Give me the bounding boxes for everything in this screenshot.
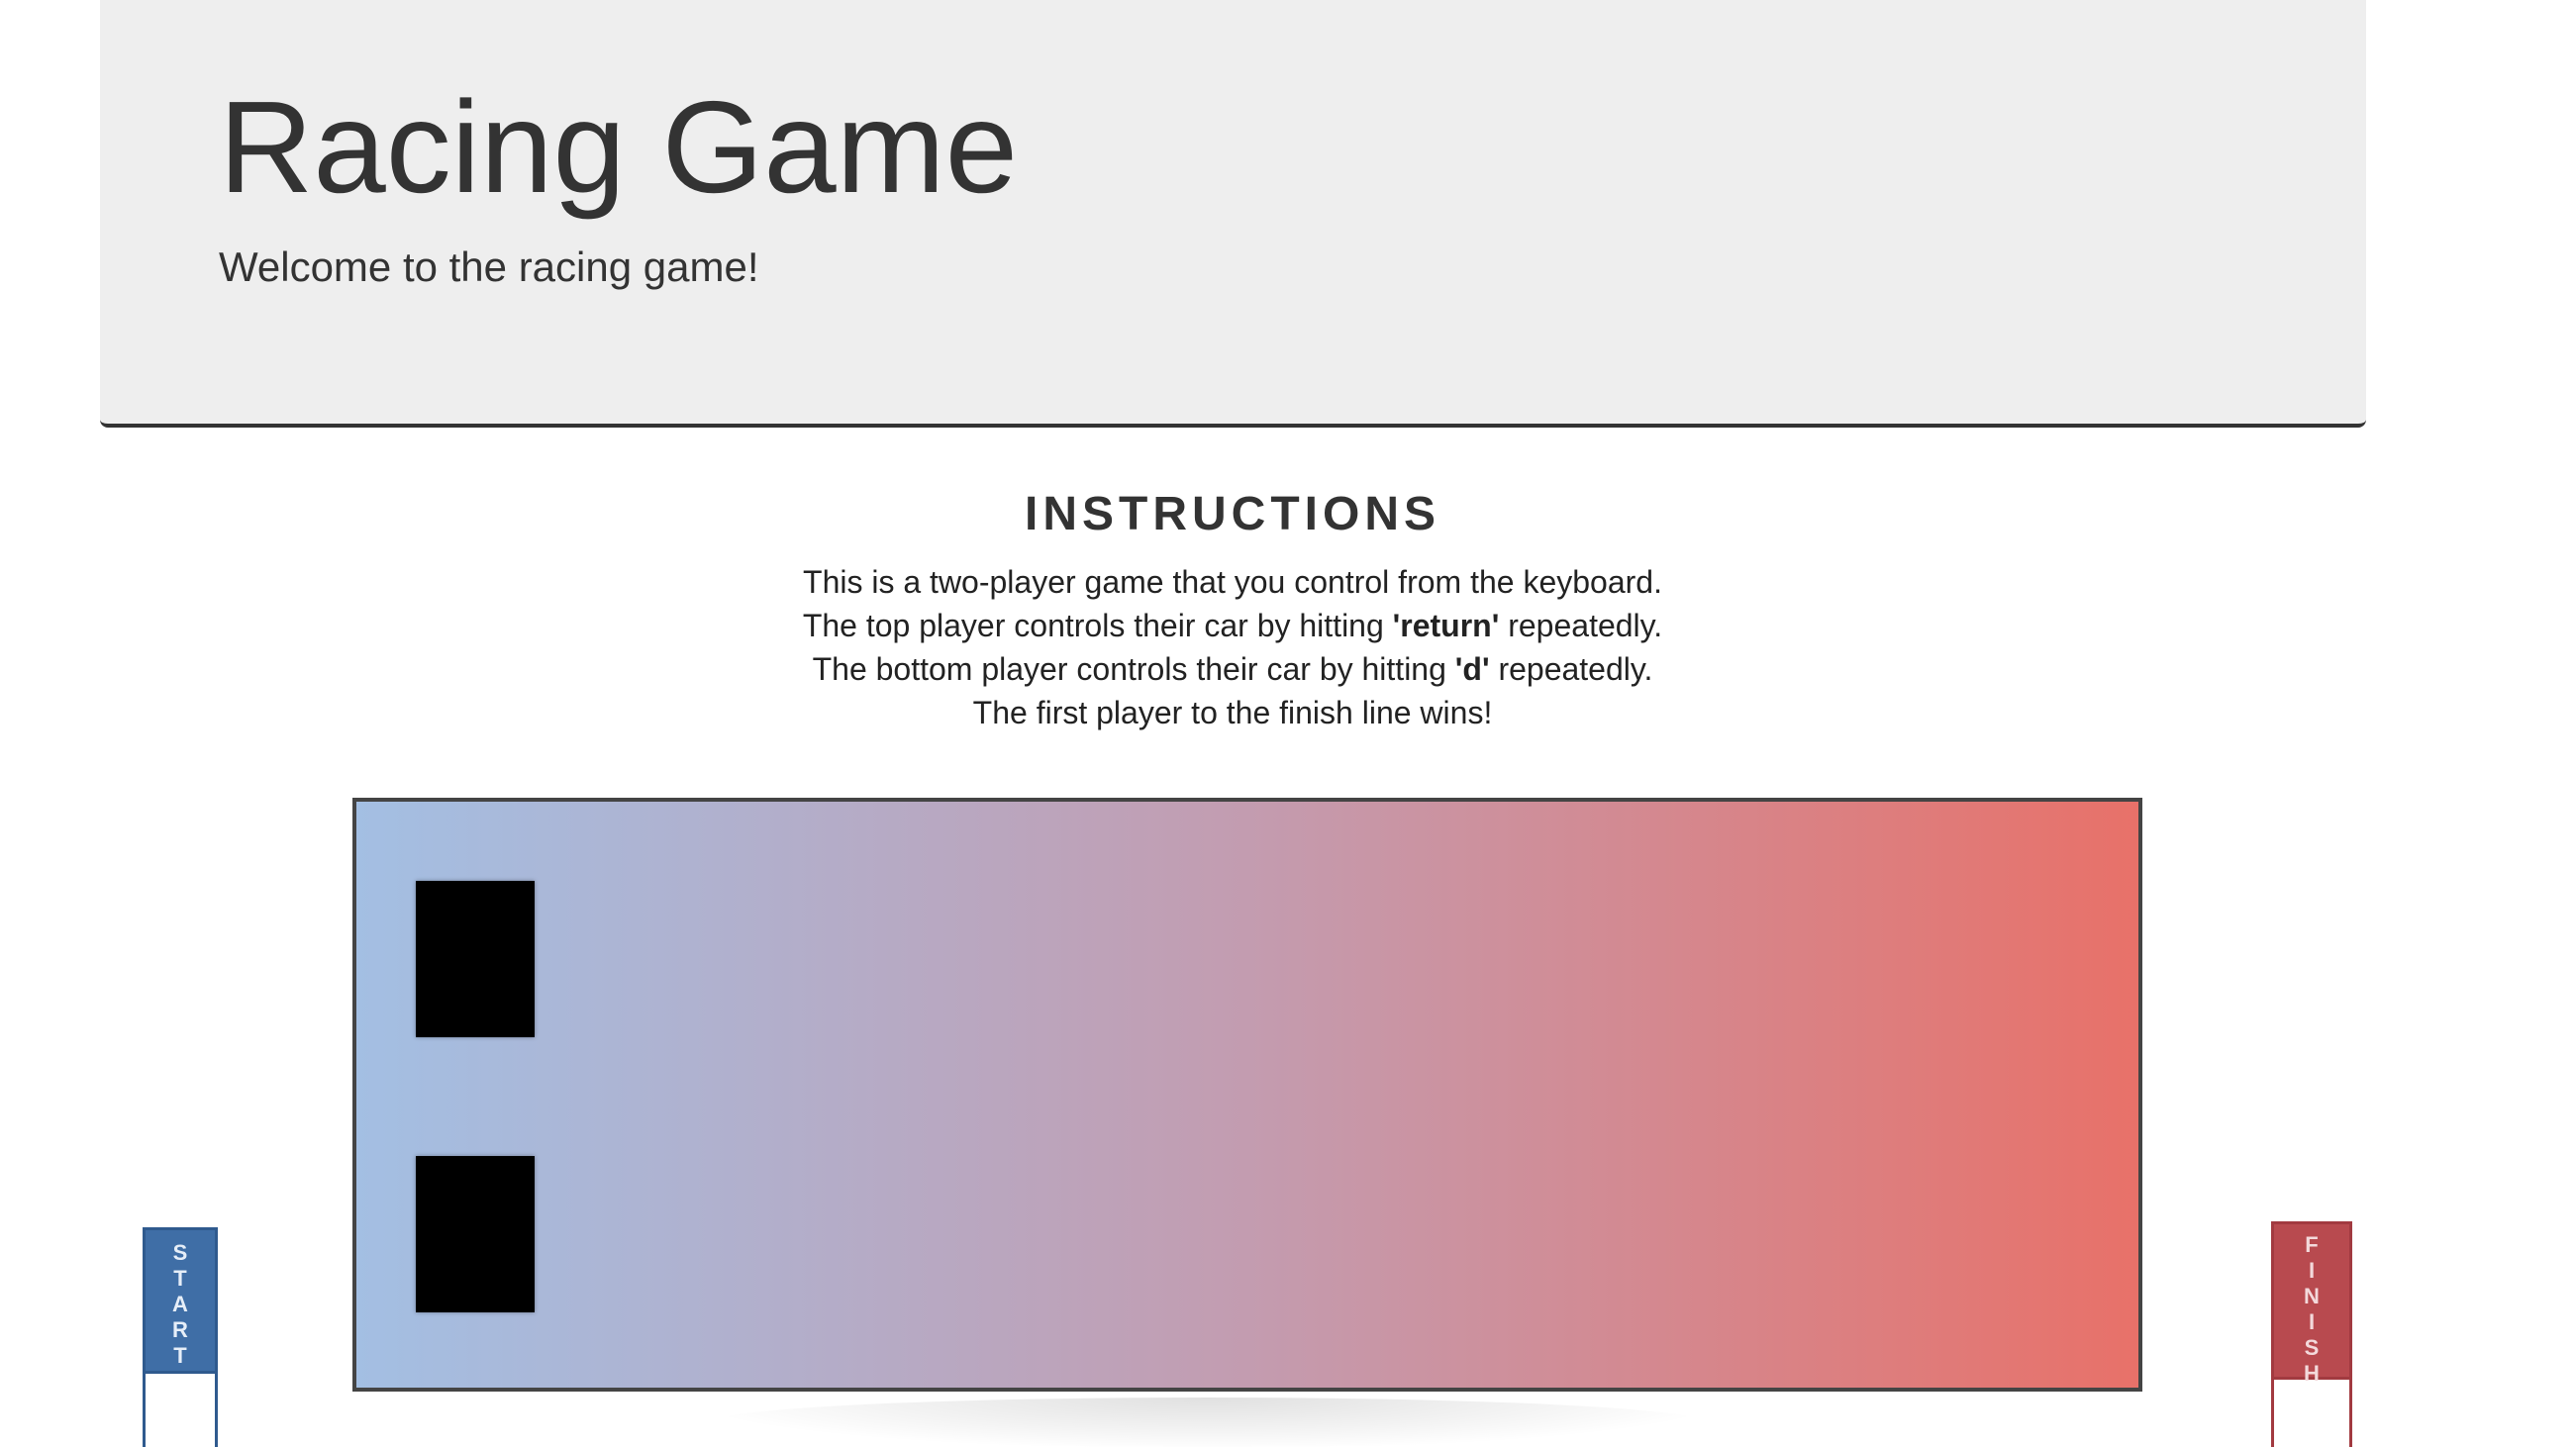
finish-flag-letter: I <box>2308 1258 2316 1283</box>
instruction-line-2: The top player controls their car by hit… <box>0 604 2465 647</box>
instruction-line-2-text: The top player controls their car by hit… <box>802 608 1393 643</box>
instruction-line-1: This is a two-player game that you contr… <box>803 564 1662 600</box>
player-1-car <box>416 881 535 1037</box>
finish-flag-letter: H <box>2304 1361 2320 1386</box>
instruction-line-3-end: repeatedly. <box>1489 651 1653 687</box>
instructions-text: This is a two-player game that you contr… <box>0 560 2465 734</box>
instruction-line-4: The first player to the finish line wins… <box>972 695 1493 730</box>
finish-flag-pole-left <box>2271 1380 2274 1447</box>
finish-flag-letter: N <box>2304 1284 2320 1308</box>
start-flag-pole-right <box>215 1374 218 1447</box>
start-flag-letter: A <box>172 1292 188 1316</box>
start-flag-letter: R <box>172 1317 188 1342</box>
finish-flag-letter: I <box>2308 1309 2316 1334</box>
start-flag: START <box>143 1227 218 1447</box>
start-flag-pole-left <box>143 1374 146 1447</box>
finish-flag-pole-right <box>2349 1380 2352 1447</box>
race-track <box>352 798 2142 1392</box>
instruction-line-3-text: The bottom player controls their car by … <box>812 651 1455 687</box>
player-2-car <box>416 1156 535 1312</box>
track-shadow <box>713 1398 1703 1447</box>
page-subtitle: Welcome to the racing game! <box>219 243 759 290</box>
instruction-line-3: The bottom player controls their car by … <box>0 647 2465 691</box>
start-flag-letter: S <box>172 1240 188 1265</box>
finish-flag-letter: S <box>2304 1335 2320 1360</box>
instructions-heading: INSTRUCTIONS <box>1025 488 1440 540</box>
start-flag-banner: START <box>143 1227 218 1374</box>
d-key-label: 'd' <box>1454 651 1490 687</box>
instruction-line-2-end: repeatedly. <box>1499 608 1663 643</box>
finish-flag-banner: FINISH <box>2271 1221 2352 1386</box>
header-banner: Racing Game Welcome to the racing game! <box>100 0 2366 428</box>
finish-flag-letter: F <box>2305 1232 2319 1257</box>
page: Racing Game Welcome to the racing game! … <box>0 0 2576 1447</box>
page-title: Racing Game <box>219 74 1019 220</box>
start-flag-letter: T <box>173 1266 187 1291</box>
instructions-section: INSTRUCTIONS This is a two-player game t… <box>0 483 2465 734</box>
start-flag-letter: T <box>173 1343 187 1368</box>
return-key-label: 'return' <box>1392 608 1500 643</box>
finish-flag: FINISH <box>2271 1221 2352 1447</box>
